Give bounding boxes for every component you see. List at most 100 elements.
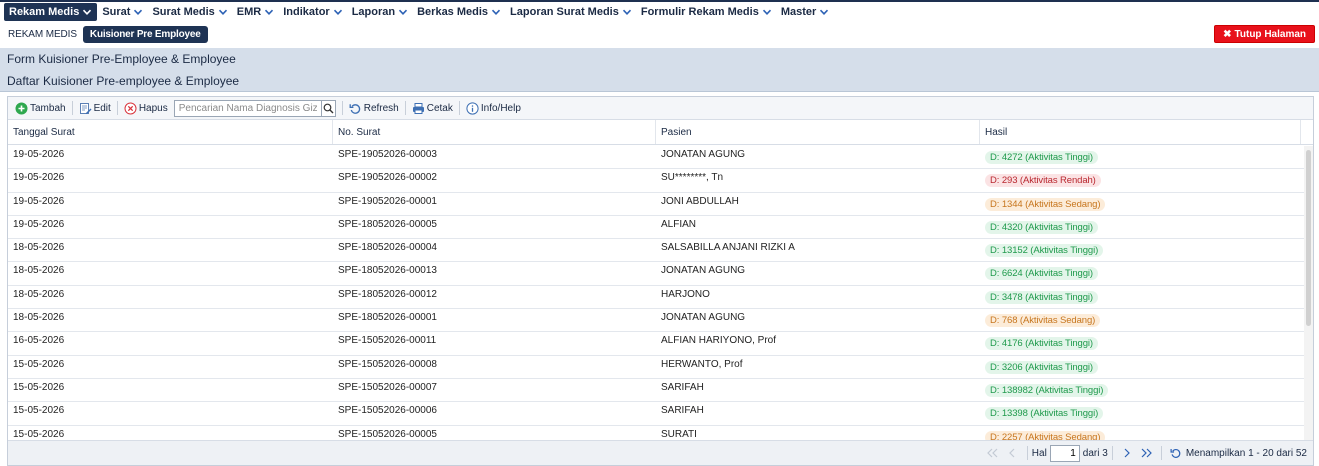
menu-laporan[interactable]: Laporan xyxy=(348,3,412,21)
date-cell: 15-05-2026 xyxy=(13,381,65,393)
result-badge: D: 4272 (Aktivitas Tinggi) xyxy=(985,151,1098,164)
patient-cell: SU********, Tn xyxy=(661,172,724,184)
result-cell: D: 293 (Aktivitas Rendah) xyxy=(980,169,1301,191)
delete-button[interactable]: Hapus xyxy=(121,102,171,115)
result-cell: D: 13398 (Aktivitas Tinggi) xyxy=(980,402,1301,424)
table-row[interactable]: 19-05-2026 SPE-19052026-00001 JONI ABDULLA… xyxy=(8,193,1304,216)
patient-cell: SURATI xyxy=(661,428,697,440)
letter-number-cell: SPE-15052026-00007 xyxy=(338,381,437,393)
date-cell: 18-05-2026 xyxy=(13,242,65,254)
menu-laporan-surat-medis[interactable]: Laporan Surat Medis xyxy=(506,3,636,21)
last-page-icon[interactable] xyxy=(1140,446,1154,460)
search-input[interactable] xyxy=(173,99,322,117)
table-row[interactable]: 18-05-2026 SPE-18052026-00001 JONATAN AGUN… xyxy=(8,309,1304,333)
printer-icon xyxy=(412,102,425,115)
result-cell: D: 138982 (Aktivitas Tinggi) xyxy=(980,379,1301,401)
help-button[interactable]: Info/Help xyxy=(463,101,524,115)
previous-page-icon[interactable] xyxy=(1006,446,1020,460)
table-row[interactable]: 18-05-2026 SPE-18052026-00004 SALSABILLA A… xyxy=(8,239,1304,263)
close-icon: ✖ xyxy=(1223,28,1232,40)
pagination-bar: Hal dari 3 Menampilkan 1 - 20 dari 52 xyxy=(8,440,1313,465)
close-page-button[interactable]: ✖ Tutup Halaman xyxy=(1214,25,1315,43)
menu-surat-medis[interactable]: Surat Medis xyxy=(148,3,231,21)
chevron-down-icon xyxy=(133,7,143,17)
toolbar-divider xyxy=(341,101,343,115)
table-row[interactable]: 15-05-2026 SPE-15052026-00005 SURATI D: 225… xyxy=(8,426,1304,440)
result-cell: D: 3206 (Aktivitas Tinggi) xyxy=(980,356,1301,378)
table-row[interactable]: 19-05-2026 SPE-19052026-00003 JONATAN AGUN… xyxy=(8,146,1304,170)
menu-label: Laporan xyxy=(351,6,396,18)
menu-rekam-medis[interactable]: Rekam Medis xyxy=(4,3,98,21)
refresh-icon[interactable] xyxy=(1169,446,1183,460)
letter-number-cell: SPE-19052026-00003 xyxy=(338,149,437,160)
menu-formulir-rekam-medis[interactable]: Formulir Rekam Medis xyxy=(637,3,776,21)
refresh-button[interactable]: Refresh xyxy=(346,102,402,115)
column-header[interactable]: No. Surat xyxy=(333,120,656,144)
result-cell: D: 4320 (Aktivitas Tinggi) xyxy=(980,216,1301,238)
add-button[interactable]: Tambah xyxy=(12,102,69,115)
tab-kuisioner-pre-employee[interactable]: Kuisioner Pre Employee xyxy=(82,25,208,43)
result-cell: D: 768 (Aktivitas Sedang) xyxy=(980,309,1301,331)
column-header[interactable]: Hasil xyxy=(980,120,1301,144)
breadcrumb: REKAM MEDIS Kuisioner Pre Employee ✖ Tut… xyxy=(0,22,1319,46)
search-box xyxy=(173,99,336,117)
grid-toolbar: Tambah Edit Hapus Refresh xyxy=(8,97,1313,120)
letter-number-cell: SPE-15052026-00008 xyxy=(338,358,437,370)
chevron-down-icon xyxy=(762,7,772,17)
delete-label: Hapus xyxy=(138,102,168,114)
patient-cell: SALSABILLA ANJANI RIZKI A xyxy=(661,242,795,254)
chevron-down-icon xyxy=(622,7,632,17)
date-cell: 18-05-2026 xyxy=(13,265,65,277)
letter-number-cell: SPE-18052026-00001 xyxy=(338,312,437,324)
menu-indikator[interactable]: Indikator xyxy=(279,3,346,21)
column-header[interactable]: Tanggal Surat xyxy=(8,120,333,144)
breadcrumb-parent[interactable]: REKAM MEDIS xyxy=(4,29,81,40)
page-count-label: dari 3 xyxy=(1082,447,1108,459)
vertical-scrollbar[interactable] xyxy=(1304,146,1313,440)
menu-label: Indikator xyxy=(283,6,330,18)
letter-number-cell: SPE-15052026-00006 xyxy=(338,405,437,417)
menu-label: Surat xyxy=(102,6,131,18)
menu-label: Surat Medis xyxy=(152,6,215,18)
chevron-down-icon xyxy=(398,7,408,17)
letter-number-cell: SPE-15052026-00005 xyxy=(338,428,437,440)
result-cell: D: 6624 (Aktivitas Tinggi) xyxy=(980,262,1301,284)
table-row[interactable]: 18-05-2026 SPE-18052026-00013 JONATAN AGUN… xyxy=(8,262,1304,286)
edit-button[interactable]: Edit xyxy=(76,102,114,115)
letter-number-cell: SPE-15052026-00011 xyxy=(338,335,437,347)
pager-divider xyxy=(1160,446,1162,460)
menu-emr[interactable]: EMR xyxy=(233,3,278,21)
result-badge: D: 4176 (Aktivitas Tinggi) xyxy=(985,337,1098,351)
table-row[interactable]: 15-05-2026 SPE-15052026-00006 SARIFAH D: 13… xyxy=(8,402,1304,426)
result-badge: D: 4320 (Aktivitas Tinggi) xyxy=(985,220,1098,234)
search-button[interactable] xyxy=(321,99,336,117)
menu-label: Master xyxy=(780,6,817,18)
chevron-down-icon xyxy=(82,7,92,17)
questionnaire-grid: Tambah Edit Hapus Refresh xyxy=(7,96,1314,466)
print-button[interactable]: Cetak xyxy=(409,102,456,115)
table-row[interactable]: 16-05-2026 SPE-15052026-00011 ALFIAN HARIY… xyxy=(8,332,1304,356)
result-cell: D: 13152 (Aktivitas Tinggi) xyxy=(980,239,1301,261)
column-header[interactable]: Pasien xyxy=(656,120,980,144)
delete-icon xyxy=(124,102,137,115)
next-page-icon[interactable] xyxy=(1120,446,1134,460)
menu-berkas-medis[interactable]: Berkas Medis xyxy=(413,3,505,21)
table-row[interactable]: 19-05-2026 SPE-19052026-00002 SU********, … xyxy=(8,169,1304,193)
menu-surat[interactable]: Surat xyxy=(98,3,147,21)
result-badge: D: 138982 (Aktivitas Tinggi) xyxy=(985,383,1109,397)
table-row[interactable]: 19-05-2026 SPE-18052026-00005 ALFIAN D: 432… xyxy=(8,216,1304,240)
scrollbar-thumb[interactable] xyxy=(1306,150,1311,326)
patient-cell: JONATAN AGUNG xyxy=(661,149,746,160)
first-page-icon[interactable] xyxy=(986,446,1000,460)
patient-cell: HERWANTO, Prof xyxy=(661,358,743,370)
result-badge: D: 13152 (Aktivitas Tinggi) xyxy=(985,244,1104,258)
page-number-input[interactable] xyxy=(1049,444,1080,462)
table-row[interactable]: 15-05-2026 SPE-15052026-00008 HERWANTO, Pr… xyxy=(8,356,1304,379)
letter-number-cell: SPE-18052026-00012 xyxy=(338,288,437,300)
menu-master[interactable]: Master xyxy=(777,3,833,21)
chevron-down-icon xyxy=(264,7,274,17)
form-panel-title: Form Kuisioner Pre-Employee & Employee xyxy=(0,48,1319,70)
table-row[interactable]: 15-05-2026 SPE-15052026-00007 SARIFAH D: 13… xyxy=(8,379,1304,403)
table-row[interactable]: 18-05-2026 SPE-18052026-00012 HARJONO D: 34… xyxy=(8,286,1304,310)
edit-label: Edit xyxy=(93,102,111,114)
